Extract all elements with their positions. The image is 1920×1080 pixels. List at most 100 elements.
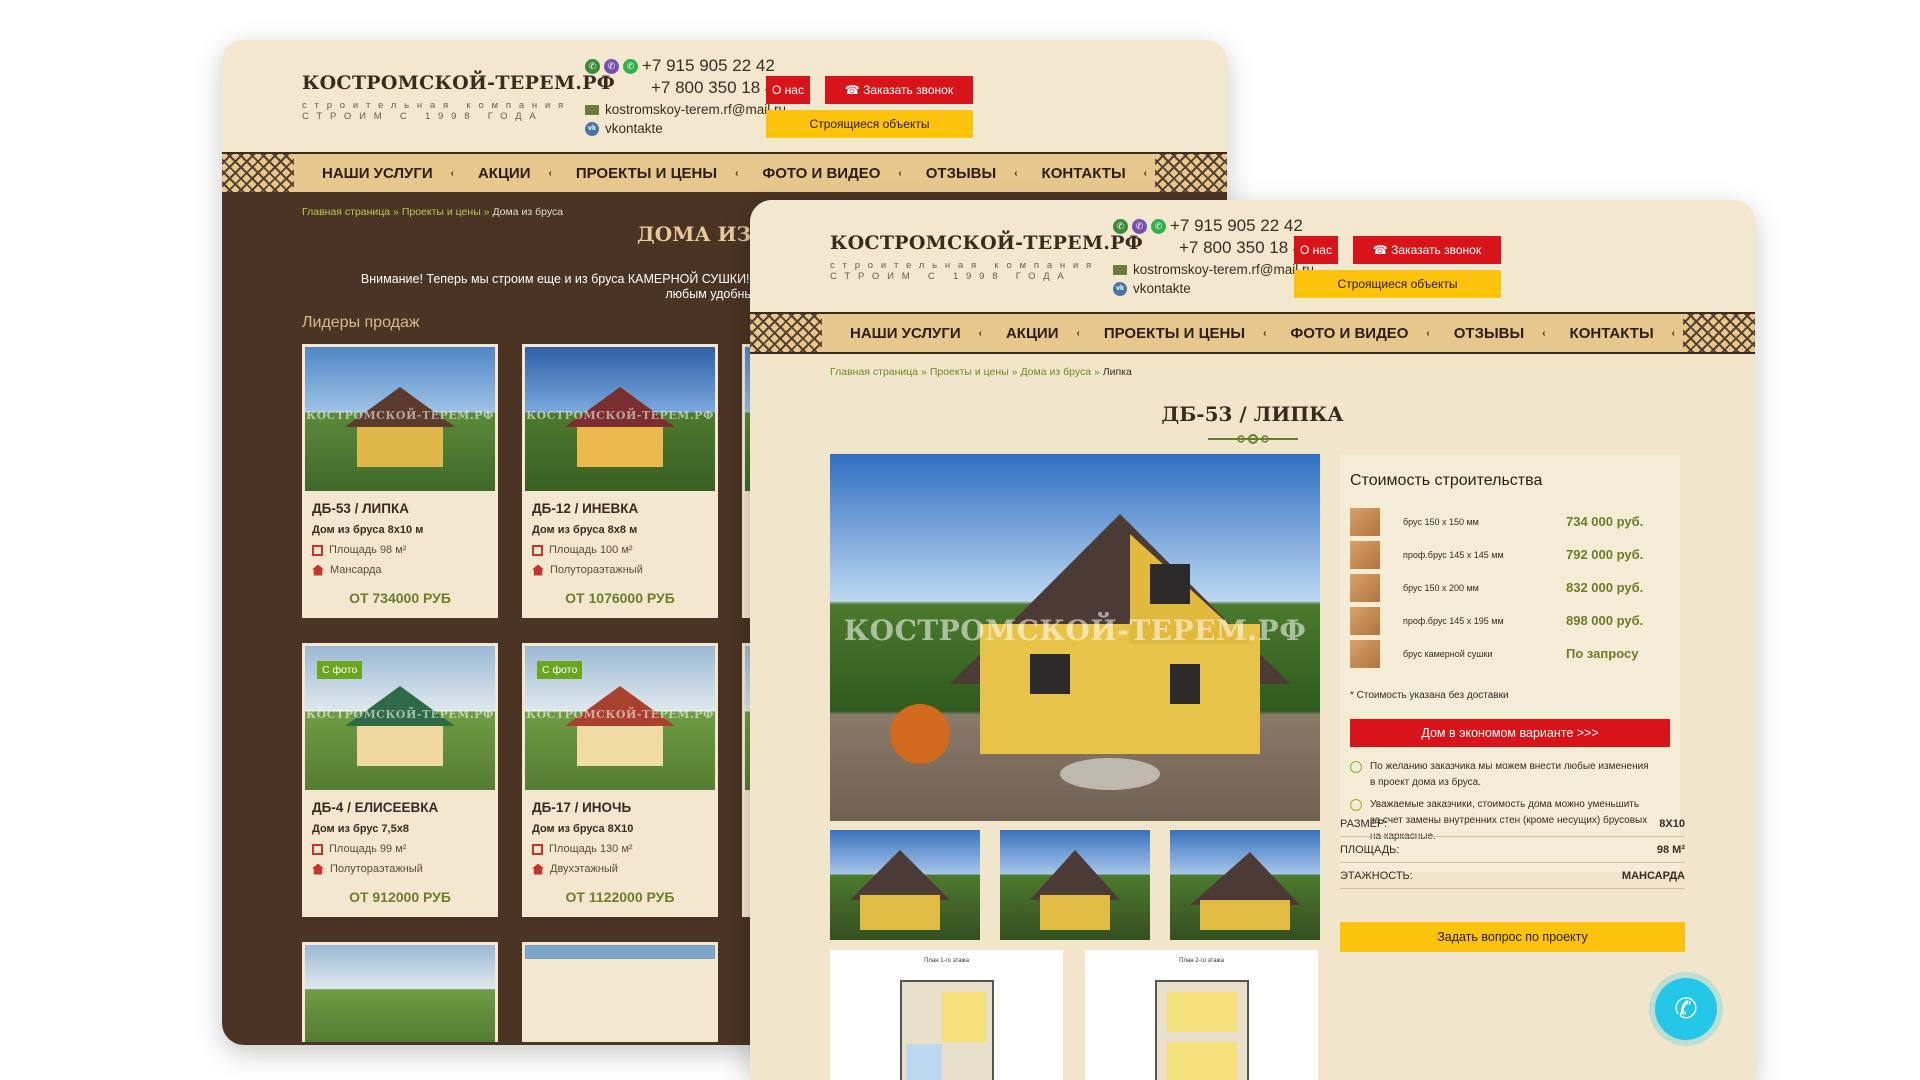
product-card[interactable]: КОСТРОМСКОЙ-ТЕРЕМ.РФ ДБ-12 / ИНЕВКА Дом … [522,344,718,618]
nav-label: КОНТАКТЫ [1569,324,1654,342]
product-card[interactable]: КОСТРОМСКОЙ-ТЕРЕМ.РФ ДБ-53 / ЛИПКА Дом и… [302,344,498,618]
nav-contacts[interactable]: КОНТАКТЫ ‹ [1570,325,1675,342]
info-text: По желанию заказчика мы можем внести люб… [1370,761,1649,788]
callback-button[interactable]: ☎ Заказать звонок [825,76,973,104]
spec-row: ПЛОЩАДЬ: 98 М² [1340,840,1685,863]
floor-plan-2[interactable]: План 2-го этажа [1085,950,1318,1080]
callback-button[interactable]: ☎ Заказать звонок [1353,236,1501,264]
email-link[interactable]: kostromskoy-terem.rf@mail.ru [605,102,786,117]
card-desc: Дом из брус 7,5х8 [312,823,409,835]
price-row: проф.брус 145 х 145 мм 792 000 руб. [1350,541,1670,569]
floor-plan-1[interactable]: План 1-го этажа [830,950,1063,1080]
viber-icon[interactable]: ✆ [585,58,600,74]
card-image[interactable] [305,945,495,1042]
nav-promo[interactable]: АКЦИИ ‹ [478,165,552,182]
card-title[interactable]: ДБ-53 / ЛИПКА [312,501,409,516]
card-image[interactable]: КОСТРОМСКОЙ-ТЕРЕМ.РФ С фото [305,646,495,790]
vk-link[interactable]: vkontakte [1133,281,1191,296]
spec-row: РАЗМЕР: 8Х10 [1340,814,1685,837]
chevron-down-icon: ‹ [1542,327,1546,339]
nav-projects[interactable]: ПРОЕКТЫ И ЦЕНЫ ‹ [576,165,739,182]
phone-2[interactable]: +7 800 350 18 42 [1113,238,1314,258]
card-price: ОТ 912000 РУБ [349,889,451,905]
site-header: КОСТРОМСКОЙ-ТЕРЕМ.РФ строительная компан… [222,40,1227,152]
material-name: брус 150 х 150 мм [1403,517,1479,527]
card-image[interactable]: КОСТРОМСКОЙ-ТЕРЕМ.РФ [525,347,715,491]
messenger-icon[interactable]: ✆ [604,58,619,74]
price-row: проф.брус 145 х 195 мм 898 000 руб. [1350,607,1670,635]
notice-text: Внимание! Теперь мы строим еще и из брус… [222,272,762,302]
about-button[interactable]: О нас [1294,236,1338,264]
about-button[interactable]: О нас [766,76,810,104]
logo-title[interactable]: КОСТРОМСКОЙ-ТЕРЕМ.РФ [302,72,615,94]
card-desc: Дом из бруса 8х8 м [532,524,638,536]
breadcrumb-home[interactable]: Главная страница [830,366,918,378]
card-title[interactable]: ДБ-17 / ИНОЧЬ [532,800,631,815]
nav-reviews[interactable]: ОТЗЫВЫ ‹ [926,165,1018,182]
chevron-down-icon: ‹ [735,167,739,179]
phone-1[interactable]: +7 915 905 22 42 [642,56,775,76]
card-price: ОТ 1122000 РУБ [565,889,675,905]
project-detail: Главная страница » Проекты и цены » Дома… [750,352,1755,1080]
nav-projects[interactable]: ПРОЕКТЫ И ЦЕНЫ ‹ [1104,325,1267,342]
material-name: брус 150 х 200 мм [1403,583,1479,593]
phone-icon[interactable]: ✆ [1655,978,1717,1040]
gallery-thumb[interactable] [1000,830,1150,940]
viber-icon[interactable]: ✆ [1113,218,1128,234]
material-price: 734 000 руб. [1566,514,1644,529]
objects-button[interactable]: Строящиеся объекты [766,110,973,138]
whatsapp-icon[interactable]: ✆ [623,58,638,74]
watermark: КОСТРОМСКОЙ-ТЕРЕМ.РФ [843,614,1307,647]
card-image[interactable]: КОСТРОМСКОЙ-ТЕРЕМ.РФ [305,347,495,491]
spec-row: ЭТАЖНОСТЬ: МАНСАРДА [1340,866,1685,889]
vk-icon: vk [1113,281,1127,296]
phone-2[interactable]: +7 800 350 18 42 [585,78,786,98]
house-icon [312,863,324,875]
nav-promo[interactable]: АКЦИИ ‹ [1006,325,1080,342]
chevron-down-icon: ‹ [450,167,454,179]
vk-link[interactable]: vkontakte [605,121,663,136]
product-card[interactable]: КОСТРОМСКОЙ-ТЕРЕМ.РФ С фото ДБ-4 / ЕЛИСЕЕ… [302,643,498,917]
ornament-left [222,154,294,192]
gallery-thumb[interactable] [830,830,980,940]
ornament-right [1155,154,1227,192]
nav-services[interactable]: НАШИ УСЛУГИ ‹ [850,325,982,342]
photo-badge: С фото [317,661,363,679]
product-card[interactable] [522,942,718,1042]
spec-key: ЭТАЖНОСТЬ: [1340,870,1413,882]
econom-button[interactable]: Дом в экономом варианте >>> [1350,719,1670,747]
notice-line1: Внимание! Теперь мы строим еще и из брус… [360,272,762,286]
breadcrumb-home[interactable]: Главная страница [302,206,390,218]
breadcrumb-projects[interactable]: Проекты и цены [930,366,1009,378]
nav-media[interactable]: ФОТО И ВИДЕО ‹ [1290,325,1429,342]
email-link[interactable]: kostromskoy-terem.rf@mail.ru [1133,262,1314,277]
chevron-down-icon: ‹ [1671,327,1675,339]
nav-media[interactable]: ФОТО И ВИДЕО ‹ [762,165,901,182]
nav-reviews[interactable]: ОТЗЫВЫ ‹ [1454,325,1546,342]
logo-title[interactable]: КОСТРОМСКОЙ-ТЕРЕМ.РФ [830,232,1143,254]
info-icon [1350,761,1362,773]
chevron-down-icon: ‹ [978,327,982,339]
card-title[interactable]: ДБ-12 / ИНЕВКА [532,501,638,516]
main-house-photo[interactable]: КОСТРОМСКОЙ-ТЕРЕМ.РФ [830,454,1320,821]
card-price: ОТ 734000 РУБ [349,590,451,606]
objects-button[interactable]: Строящиеся объекты [1294,270,1501,298]
ask-question-button[interactable]: Задать вопрос по проекту [1340,922,1685,952]
card-title[interactable]: ДБ-4 / ЕЛИСЕЕВКА [312,800,438,815]
breadcrumb-projects[interactable]: Проекты и цены [402,206,481,218]
material-price: 792 000 руб. [1566,547,1644,562]
messenger-icon[interactable]: ✆ [1132,218,1147,234]
nav-contacts[interactable]: КОНТАКТЫ ‹ [1042,165,1147,182]
nav-services[interactable]: НАШИ УСЛУГИ ‹ [322,165,454,182]
breadcrumb-category[interactable]: Дома из бруса [1020,366,1091,378]
phone-1[interactable]: +7 915 905 22 42 [1170,216,1303,236]
front-page-window: КОСТРОМСКОЙ-ТЕРЕМ.РФ строительная компан… [750,200,1755,1080]
product-card[interactable]: КОСТРОМСКОЙ-ТЕРЕМ.РФ С фото ДБ-17 / ИНОЧЬ… [522,643,718,917]
card-image[interactable] [525,945,715,959]
card-image[interactable]: КОСТРОМСКОЙ-ТЕРЕМ.РФ С фото [525,646,715,790]
product-card[interactable] [302,942,498,1042]
chevron-down-icon: ‹ [1014,167,1018,179]
whatsapp-icon[interactable]: ✆ [1151,218,1166,234]
gallery-thumb[interactable] [1170,830,1320,940]
area-icon [532,843,543,855]
